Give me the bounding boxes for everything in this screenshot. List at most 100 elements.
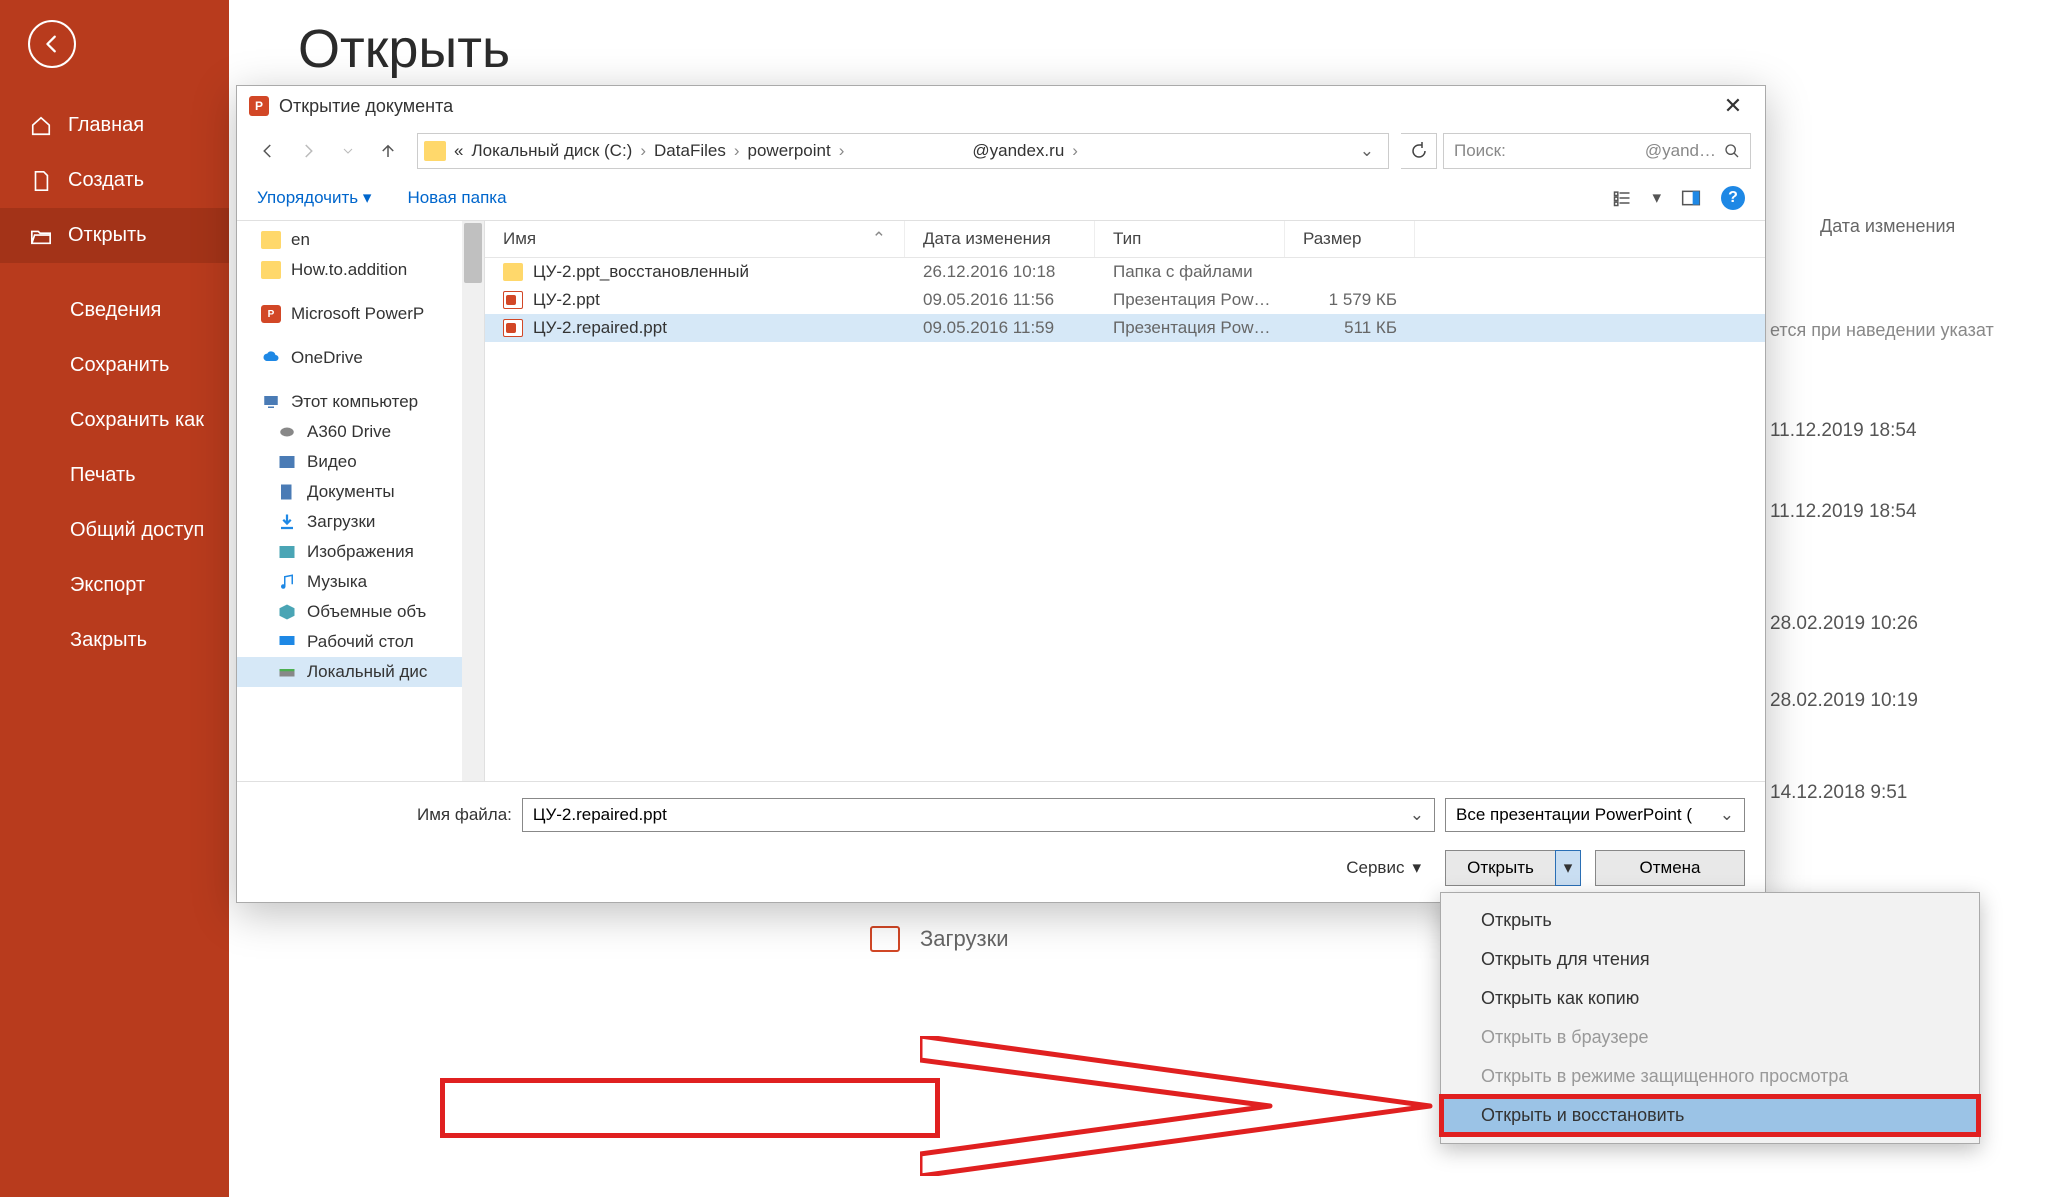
chevron-down-icon[interactable]: ⌄ [1410,805,1424,825]
file-date: 26.12.2016 10:18 [905,262,1095,282]
file-row[interactable]: ЦУ-2.ppt_восстановленный 26.12.2016 10:1… [485,258,1765,286]
open-dropdown-button[interactable]: ▾ [1555,850,1581,886]
breadcrumb-segment[interactable]: « [454,141,463,161]
file-row[interactable]: ЦУ-2.ppt 09.05.2016 11:56 Презентация Po… [485,286,1765,314]
dialog-title: Открытие документа [279,96,453,117]
cancel-button[interactable]: Отмена [1595,850,1745,886]
back-button[interactable] [28,20,76,68]
filename-value: ЦУ-2.repaired.ppt [533,805,667,825]
sidebar-save[interactable]: Сохранить [0,338,229,393]
tree-item-label: Рабочий стол [307,632,414,652]
tree-item[interactable]: Объемные объ [237,597,484,627]
tree-item-label: Видео [307,452,357,472]
tree-item[interactable]: Документы [237,477,484,507]
preview-icon [1681,188,1701,208]
dropdown-item[interactable]: Открыть как копию [1441,979,1979,1018]
tree-item[interactable]: en [237,225,484,255]
tree-item[interactable]: Музыка [237,567,484,597]
open-button[interactable]: Открыть [1445,850,1555,886]
tree-item[interactable]: OneDrive [237,343,484,373]
file-list-header[interactable]: Имя⌃ Дата изменения Тип Размер [485,221,1765,258]
close-button[interactable]: ✕ [1713,86,1753,126]
file-list-area: Имя⌃ Дата изменения Тип Размер ЦУ-2.ppt_… [485,221,1765,781]
organize-button[interactable]: Упорядочить ▾ [257,188,371,208]
chevron-down-icon[interactable]: ⌄ [1720,805,1734,825]
chevron-down-icon [342,145,354,157]
bg-row: 11.12.2019 18:54 [1770,396,2018,466]
tree-item-label: How.to.addition [291,260,407,280]
nav-up-button[interactable] [371,134,405,168]
breadcrumb[interactable]: « Локальный диск (C:) › DataFiles › powe… [417,133,1389,169]
nav-forward-button[interactable] [291,134,325,168]
dialog-toolbar: Упорядочить ▾ Новая папка ▾ ? [237,176,1765,220]
dialog-footer: Имя файла: ЦУ-2.repaired.ppt ⌄ Все презе… [237,781,1765,902]
sidebar-open[interactable]: Открыть [0,208,229,263]
tree-item[interactable]: Этот компьютер [237,387,484,417]
column-size[interactable]: Размер [1285,221,1415,257]
search-icon [1724,143,1740,159]
tree-item[interactable]: Изображения [237,537,484,567]
file-size: 511 КБ [1285,318,1415,338]
preview-pane-button[interactable] [1681,188,1701,208]
tree-item[interactable]: Рабочий стол [237,627,484,657]
chevron-down-icon: ▾ [1564,858,1573,878]
search-input[interactable]: Поиск: @yand… [1443,133,1751,169]
tree-item[interactable]: Видео [237,447,484,477]
chevron-down-icon[interactable]: ▾ [1652,188,1661,208]
sidebar-share[interactable]: Общий доступ [0,503,229,558]
tree-item[interactable]: P Microsoft PowerP [237,299,484,329]
nav-back-button[interactable] [251,134,285,168]
dropdown-item[interactable]: Открыть и восстановить [1441,1096,1979,1135]
dialog-titlebar: P Открытие документа ✕ [237,86,1765,126]
dropdown-item: Открыть в режиме защищенного просмотра [1441,1057,1979,1096]
arrow-left-icon [259,142,277,160]
tree-item[interactable]: Загрузки [237,507,484,537]
breadcrumb-segment[interactable]: powerpoint [748,141,831,161]
sidebar-new[interactable]: Создать [0,153,229,208]
tree-item[interactable]: A360 Drive [237,417,484,447]
scroll-thumb[interactable] [464,223,482,283]
sidebar-home[interactable]: Главная [0,98,229,153]
help-button[interactable]: ? [1721,186,1745,210]
folder-tree[interactable]: en How.to.addition P Microsoft PowerP On… [237,221,485,781]
sidebar-export[interactable]: Экспорт [0,558,229,613]
bg-row: 28.02.2019 10:19 [1770,655,2018,747]
file-name: ЦУ-2.ppt [533,290,600,310]
chevron-right-icon: › [831,141,853,161]
new-folder-button[interactable]: Новая папка [407,188,506,208]
sidebar-close[interactable]: Закрыть [0,613,229,668]
breadcrumb-segment[interactable]: DataFiles [654,141,726,161]
filename-input[interactable]: ЦУ-2.repaired.ppt ⌄ [522,798,1435,832]
service-button[interactable]: Сервис ▾ [1346,858,1421,878]
dropdown-item[interactable]: Открыть [1441,901,1979,940]
bg-downloads-item[interactable]: Загрузки [870,926,1009,952]
breadcrumb-segment[interactable]: Локальный диск (C:) [463,141,632,161]
chevron-right-icon: › [632,141,654,161]
scrollbar[interactable] [462,221,484,781]
sort-indicator: ⌃ [872,229,886,249]
filetype-select[interactable]: Все презентации PowerPoint ( ⌄ [1445,798,1745,832]
column-name[interactable]: Имя⌃ [485,221,905,257]
chevron-down-icon: ▾ [1412,858,1421,878]
dropdown-item[interactable]: Открыть для чтения [1441,940,1979,979]
nav-recent-button[interactable] [331,134,365,168]
refresh-button[interactable] [1401,133,1437,169]
refresh-icon [1410,142,1428,160]
backstage-sidebar: Главная Создать Открыть Сведения Сохрани… [0,0,229,1197]
file-date: 09.05.2016 11:59 [905,318,1095,338]
breadcrumb-segment[interactable]: @yandex.ru [972,141,1064,161]
file-row[interactable]: ЦУ-2.repaired.ppt 09.05.2016 11:59 Презе… [485,314,1765,342]
view-mode-button[interactable] [1612,188,1632,208]
tree-item-label: en [291,230,310,250]
tree-item[interactable]: Локальный дис [237,657,484,687]
bg-row: 14.12.2018 9:51 [1770,747,2018,839]
sidebar-info[interactable]: Сведения [0,283,229,338]
sidebar-print[interactable]: Печать [0,448,229,503]
arrow-left-icon [41,33,63,55]
sidebar-saveas[interactable]: Сохранить как [0,393,229,448]
open-file-dialog: P Открытие документа ✕ « Локальный диск … [236,85,1766,903]
column-type[interactable]: Тип [1095,221,1285,257]
tree-item[interactable]: How.to.addition [237,255,484,285]
column-date[interactable]: Дата изменения [905,221,1095,257]
chevron-down-icon[interactable]: ⌄ [1352,141,1382,161]
